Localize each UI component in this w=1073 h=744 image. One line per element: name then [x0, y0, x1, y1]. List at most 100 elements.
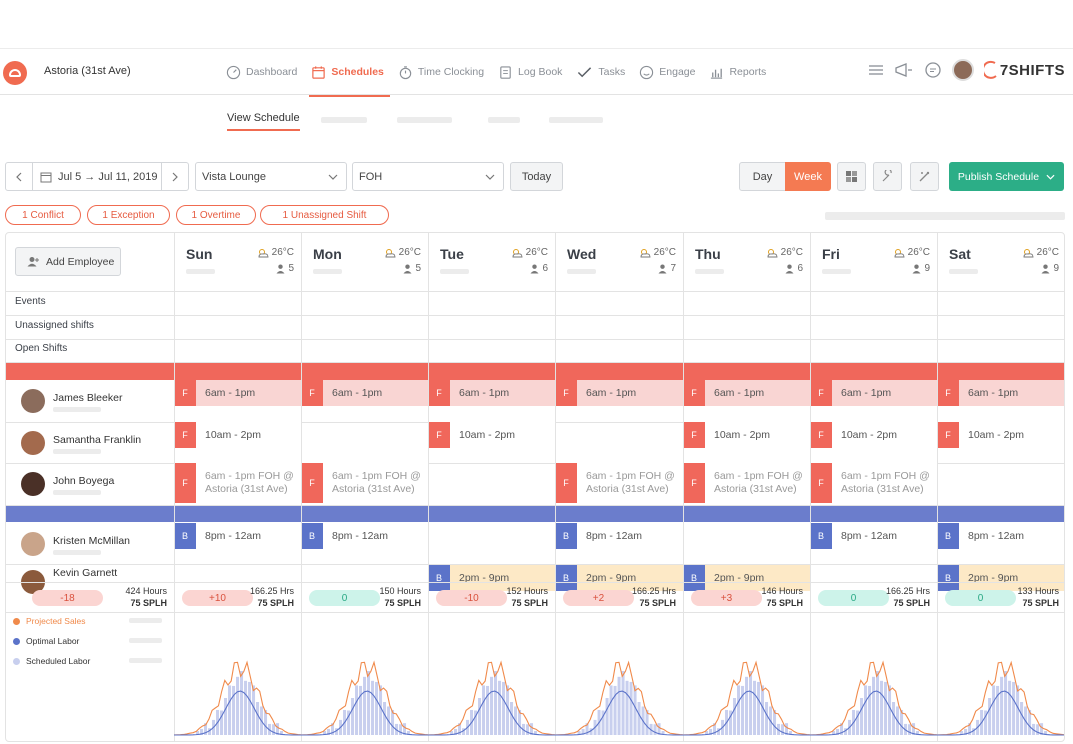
subnav-placeholder[interactable]	[549, 117, 603, 123]
shift-block[interactable]: F 6am - 1pm FOH @ Astoria (31st Ave)	[174, 463, 301, 503]
nav-schedules[interactable]: Schedules	[309, 49, 390, 97]
shift-block[interactable]: F 6am - 1pm FOH @ Astoria (31st Ave)	[810, 463, 937, 503]
subnav-placeholder[interactable]	[488, 117, 520, 123]
nav-engage[interactable]: Engage	[639, 49, 695, 95]
menu-icon[interactable]	[868, 63, 884, 77]
publish-schedule-button[interactable]: Publish Schedule	[949, 162, 1064, 191]
subnav-placeholder[interactable]	[321, 117, 367, 123]
app-root: Astoria (31st Ave) Dashboard Schedules T…	[0, 0, 1073, 744]
shift-role-tag: F	[810, 380, 832, 406]
location-select[interactable]: Vista Lounge	[195, 162, 347, 191]
shift-block[interactable]: F 10am - 2pm	[174, 422, 301, 448]
day-header[interactable]: Tue 26°C 6	[428, 233, 555, 291]
shift-role-tag: F	[301, 463, 323, 503]
shift-block[interactable]: F 6am - 1pm FOH @ Astoria (31st Ave)	[555, 463, 683, 503]
scheduled-labor-bar	[741, 685, 745, 735]
shift-block[interactable]: F 10am - 2pm	[428, 422, 555, 448]
sun-cloud-icon	[894, 249, 905, 258]
person-icon	[530, 264, 539, 273]
restaurant-logo-icon[interactable]	[3, 61, 27, 85]
day-header[interactable]: Mon 26°C 5	[301, 233, 428, 291]
day-header[interactable]: Thu 26°C 6	[683, 233, 810, 291]
shift-block[interactable]: F 6am - 1pm	[301, 380, 428, 406]
shift-block[interactable]: F 6am - 1pm	[555, 380, 683, 406]
hours-value: 424 Hours	[125, 586, 167, 596]
shift-block[interactable]: F 6am - 1pm	[937, 380, 1064, 406]
scheduled-labor-bar	[609, 685, 613, 735]
scheduled-labor-bar	[876, 671, 880, 735]
nav-time-clocking[interactable]: Time Clocking	[398, 49, 484, 95]
scheduled-labor-bar	[486, 685, 490, 735]
date-range-picker[interactable]: Jul 5 → Jul 11, 2019	[32, 162, 162, 191]
nav-dashboard[interactable]: Dashboard	[226, 49, 297, 95]
shift-block[interactable]: F 10am - 2pm	[683, 422, 810, 448]
scheduled-labor-bar	[502, 681, 506, 735]
nav-reports[interactable]: Reports	[709, 49, 766, 95]
sun-cloud-icon	[767, 249, 778, 258]
day-header[interactable]: Sat 26°C 9	[937, 233, 1064, 291]
tab-view-schedule[interactable]: View Schedule	[227, 112, 300, 131]
shift-block[interactable]: B 8pm - 12am	[810, 523, 937, 549]
user-avatar[interactable]	[951, 59, 974, 81]
employee-row-header[interactable]: John Boyega	[6, 463, 174, 505]
day-subtitle-placeholder	[695, 269, 724, 274]
shift-role-tag: F	[428, 380, 450, 406]
subnav-placeholder[interactable]	[397, 117, 452, 123]
overtime-badge[interactable]: 1 Overtime	[176, 205, 256, 225]
shift-block[interactable]: F 6am - 1pm	[174, 380, 301, 406]
layout-toggle-button[interactable]	[837, 162, 866, 191]
row-divider	[6, 291, 1064, 292]
scheduled-labor-bar	[872, 676, 876, 735]
labor-diff-pill: +2	[563, 590, 634, 606]
shift-role-tag: F	[428, 422, 450, 448]
nav-tasks[interactable]: Tasks	[576, 49, 625, 95]
shift-block[interactable]: B 8pm - 12am	[301, 523, 428, 549]
exception-badge[interactable]: 1 Exception	[87, 205, 170, 225]
shift-block[interactable]: F 6am - 1pm	[428, 380, 555, 406]
shift-block[interactable]: F 6am - 1pm	[683, 380, 810, 406]
employee-subtitle-placeholder	[53, 490, 101, 495]
auto-schedule-button[interactable]	[910, 162, 939, 191]
nav-log-book[interactable]: Log Book	[498, 49, 562, 95]
shift-block[interactable]: B 8pm - 12am	[555, 523, 683, 549]
tools-button[interactable]	[873, 162, 902, 191]
shift-block[interactable]: F 10am - 2pm	[810, 422, 937, 448]
employee-row-header[interactable]: James Bleeker	[6, 380, 174, 422]
day-view-button[interactable]: Day	[739, 162, 786, 191]
main-nav: Dashboard Schedules Time Clocking Log Bo…	[226, 49, 780, 97]
weather-temp: 26°C	[383, 247, 421, 258]
sun-cloud-icon	[1023, 249, 1034, 258]
scheduled-labor-bar	[1036, 724, 1040, 735]
shift-block[interactable]: F 10am - 2pm	[937, 422, 1064, 448]
splh-value: 75 SPLH	[1022, 598, 1059, 608]
shift-block[interactable]: B 8pm - 12am	[174, 523, 301, 549]
unassigned-shift-badge[interactable]: 1 Unassigned Shift	[260, 205, 389, 225]
location-name[interactable]: Astoria (31st Ave)	[44, 65, 131, 77]
shift-block[interactable]: F 6am - 1pm	[810, 380, 937, 406]
shift-block[interactable]: F 6am - 1pm FOH @ Astoria (31st Ave)	[301, 463, 428, 503]
megaphone-icon[interactable]	[894, 62, 914, 78]
day-header[interactable]: Wed 26°C 7	[555, 233, 683, 291]
employee-avatar	[21, 472, 45, 496]
chat-icon[interactable]	[924, 61, 942, 79]
shift-block[interactable]: B 8pm - 12am	[937, 523, 1064, 549]
calendar-small-icon	[40, 172, 52, 182]
prev-week-button[interactable]	[5, 162, 33, 191]
day-header[interactable]: Sun 26°C 5	[174, 233, 301, 291]
shift-block[interactable]: F 6am - 1pm FOH @ Astoria (31st Ave)	[683, 463, 810, 503]
labor-hours: 133 Hours 75 SPLH	[1017, 585, 1059, 609]
labor-hours: 146 Hours 75 SPLH	[761, 585, 803, 609]
shift-time: 10am - 2pm	[459, 428, 516, 441]
add-employee-button[interactable]: Add Employee	[15, 247, 121, 276]
department-select[interactable]: FOH	[352, 162, 504, 191]
labor-summary-cell: 0 133 Hours 75 SPLH	[937, 582, 1064, 612]
conflict-badge[interactable]: 1 Conflict	[5, 205, 81, 225]
employee-row-header[interactable]: Samantha Franklin	[6, 422, 174, 463]
employee-row-header[interactable]: Kristen McMillan	[6, 523, 174, 564]
week-view-button[interactable]: Week	[785, 162, 831, 191]
day-header[interactable]: Fri 26°C 9	[810, 233, 937, 291]
today-button[interactable]: Today	[510, 162, 563, 191]
next-week-button[interactable]	[161, 162, 189, 191]
employee-row-header[interactable]: Kevin Garnett	[6, 564, 174, 594]
scheduled-labor-bar	[375, 681, 379, 735]
